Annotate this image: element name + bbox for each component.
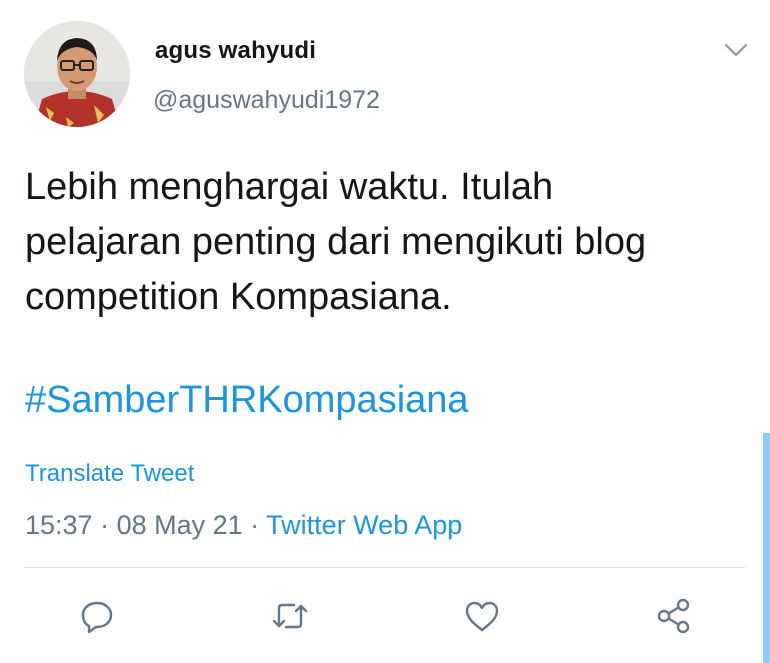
like-button[interactable]	[462, 596, 502, 636]
tweet-text-line: Lebih menghargai waktu. Itulah	[25, 166, 554, 208]
retweet-icon	[270, 598, 310, 634]
tweet-date[interactable]: 08 May 21	[117, 510, 243, 540]
tweet-text: Lebih menghargai waktu. Itulah pelajaran…	[25, 160, 765, 325]
hashtag-link[interactable]: #SamberTHRKompasiana	[25, 379, 469, 422]
meta-separator: ·	[92, 510, 117, 540]
scrollbar[interactable]	[763, 433, 770, 663]
author-name[interactable]: agus wahyudi	[155, 37, 316, 65]
like-icon	[463, 598, 501, 634]
tweet-time[interactable]: 15:37	[25, 510, 93, 540]
tweet-meta: 15:37 · 08 May 21 · Twitter Web App	[25, 510, 462, 541]
retweet-button[interactable]	[270, 596, 310, 636]
tweet-text-line: pelajaran penting dari mengikuti blog	[25, 221, 647, 263]
tweet-source-link[interactable]: Twitter Web App	[266, 510, 462, 540]
reply-icon	[79, 598, 115, 634]
meta-separator: ·	[242, 510, 267, 540]
avatar[interactable]	[24, 21, 130, 127]
divider	[25, 567, 746, 568]
chevron-down-icon[interactable]	[722, 40, 750, 60]
share-icon	[655, 597, 693, 635]
reply-button[interactable]	[77, 596, 117, 636]
translate-tweet-link[interactable]: Translate Tweet	[25, 460, 194, 488]
share-button[interactable]	[654, 596, 694, 636]
author-handle[interactable]: @aguswahyudi1972	[153, 86, 380, 115]
tweet-text-line: competition Kompasiana.	[25, 276, 452, 318]
